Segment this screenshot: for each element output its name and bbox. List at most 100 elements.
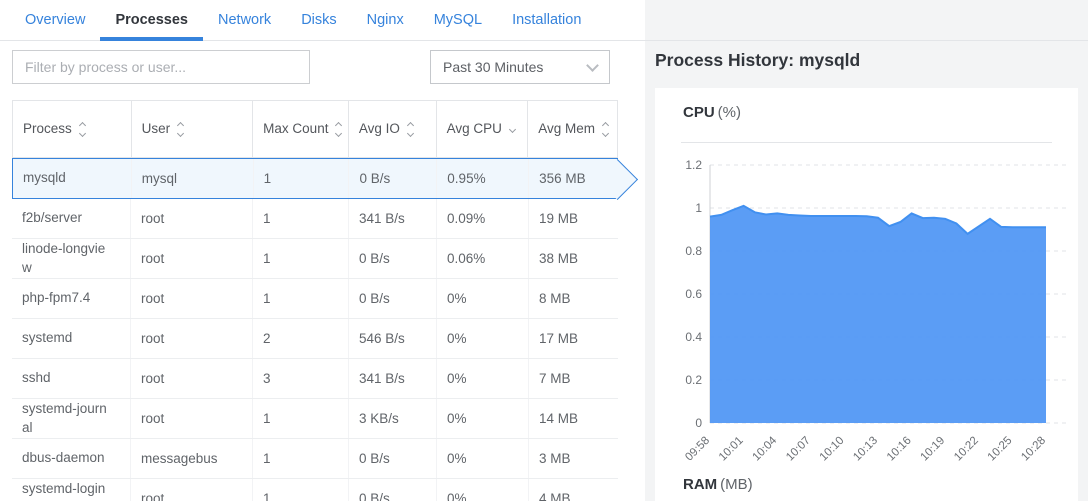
svg-text:10:25: 10:25 [986,435,1015,464]
process-row-sshd[interactable]: sshdroot3341 B/s0%7 MB [12,359,618,399]
column-header-user[interactable]: User [131,101,253,157]
cell-avg-io: 0 B/s [348,479,436,501]
longview-processes-page: OverviewProcessesNetworkDisksNginxMySQLI… [0,0,1088,501]
cell-avg-cpu: 0% [436,319,528,358]
cell-avg-cpu: 0% [436,279,528,318]
cell-max-count: 2 [252,319,348,358]
process-history-card: CPU(%) 00.20.40.60.811.209:5810:0110:041… [655,88,1078,501]
sort-desc-icon [510,127,515,132]
cpu-graph-title-name: CPU [683,104,715,121]
column-header-max-count[interactable]: Max Count [252,101,348,157]
cell-user: mysql [131,159,253,198]
column-header-process[interactable]: Process [13,101,131,157]
column-header-avg-io[interactable]: Avg IO [348,101,436,157]
cell-user: root [130,239,252,278]
svg-text:10:01: 10:01 [717,435,746,464]
cell-avg-io: 546 B/s [348,319,436,358]
cell-avg-cpu: 0% [436,439,528,478]
cell-avg-mem: 3 MB [528,439,618,478]
svg-text:0: 0 [695,416,702,430]
cpu-x-axis-labels: 09:5810:0110:0410:0710:1010:1310:1610:19… [683,434,1048,463]
cell-max-count: 3 [252,359,348,398]
process-row-dbus-daemon[interactable]: dbus-daemonmessagebus10 B/s0%3 MB [12,439,618,479]
process-row-linode-longview[interactable]: linode-longviewroot10 B/s0.06%38 MB [12,239,618,279]
process-row-mysqld[interactable]: mysqldmysql10 B/s0.95%356 MB [12,158,618,199]
cell-max-count: 1 [252,239,348,278]
cpu-graph-title: CPU(%) [683,104,741,121]
svg-text:10:19: 10:19 [918,435,947,464]
cpu-graph-divider [681,142,1052,143]
cell-user: root [130,199,252,238]
tab-mysql[interactable]: MySQL [419,0,497,41]
svg-text:0.6: 0.6 [685,287,702,301]
cell-user: root [130,279,252,318]
cell-max-count: 1 [252,199,348,238]
tab-installation[interactable]: Installation [497,0,596,41]
cell-avg-io: 0 B/s [348,439,436,478]
cell-process: linode-longview [12,239,130,278]
cell-user: root [130,479,252,501]
tab-disks[interactable]: Disks [286,0,351,41]
cell-user: root [130,399,252,438]
cell-process: systemd-logind [12,479,130,501]
cell-avg-cpu: 0% [436,479,528,501]
cell-avg-mem: 14 MB [528,399,618,438]
cell-avg-mem: 19 MB [528,199,618,238]
svg-text:10:07: 10:07 [784,435,813,464]
cell-max-count: 1 [252,279,348,318]
column-label: Avg Mem [538,120,595,138]
process-row-systemd-journal[interactable]: systemd-journalroot13 KB/s0%14 MB [12,399,618,439]
cell-process: dbus-daemon [12,439,130,478]
svg-text:09:58: 09:58 [683,435,712,464]
cell-max-count: 1 [252,479,348,501]
process-table-body: mysqldmysql10 B/s0.95%356 MBf2b/serverro… [12,158,618,501]
column-header-avg-cpu[interactable]: Avg CPU [436,101,528,157]
ram-graph-title: RAM(MB) [683,476,753,493]
svg-text:10:28: 10:28 [1019,435,1048,464]
time-range-select[interactable]: Past 30 Minutes [430,50,610,84]
cell-avg-mem: 38 MB [528,239,618,278]
cell-avg-mem: 8 MB [528,279,618,318]
process-table: Process User Max CountAvg IOAvg CPU Avg Mem… [12,100,618,501]
column-label: User [142,120,171,138]
process-filter-input[interactable] [12,50,310,84]
cell-user: root [130,359,252,398]
svg-text:10:13: 10:13 [851,435,880,464]
svg-text:10:16: 10:16 [885,435,914,464]
process-row-f2b-server[interactable]: f2b/serverroot1341 B/s0.09%19 MB [12,199,618,239]
svg-text:10:04: 10:04 [750,434,779,463]
ram-graph-title-name: RAM [683,476,717,493]
process-row-php-fpm7-4[interactable]: php-fpm7.4root10 B/s0%8 MB [12,279,618,319]
tab-processes[interactable]: Processes [100,0,203,41]
cell-max-count: 1 [252,439,348,478]
sort-icon [178,123,183,136]
cell-avg-cpu: 0.06% [436,239,528,278]
cpu-chart: 00.20.40.60.811.209:5810:0110:0410:0710:… [655,148,1078,473]
process-row-systemd[interactable]: systemdroot2546 B/s0%17 MB [12,319,618,359]
process-row-systemd-logind[interactable]: systemd-logindroot10 B/s0%4 MB [12,479,618,501]
cell-max-count: 1 [252,399,348,438]
cell-avg-cpu: 0.09% [436,199,528,238]
sort-icon [408,123,413,136]
cell-process: systemd [12,319,130,358]
cell-avg-mem: 356 MB [528,159,618,198]
cell-user: root [130,319,252,358]
cell-avg-io: 341 B/s [348,199,436,238]
chevron-down-icon [586,59,599,72]
column-header-avg-mem[interactable]: Avg Mem [527,101,617,157]
svg-text:10:10: 10:10 [818,435,847,464]
tab-network[interactable]: Network [203,0,286,41]
process-history-title: Process History: mysqld [655,50,860,71]
processes-pane: OverviewProcessesNetworkDisksNginxMySQLI… [0,0,645,501]
cell-avg-mem: 4 MB [528,479,618,501]
tab-overview[interactable]: Overview [10,0,100,41]
svg-text:0.4: 0.4 [685,330,702,344]
cell-avg-cpu: 0% [436,399,528,438]
tab-nginx[interactable]: Nginx [352,0,419,41]
svg-text:1.2: 1.2 [685,158,702,172]
cell-avg-io: 0 B/s [348,159,436,198]
cell-avg-mem: 7 MB [528,359,618,398]
cell-avg-io: 0 B/s [348,239,436,278]
ram-graph-title-unit: (MB) [720,476,753,493]
cell-avg-cpu: 0% [436,359,528,398]
